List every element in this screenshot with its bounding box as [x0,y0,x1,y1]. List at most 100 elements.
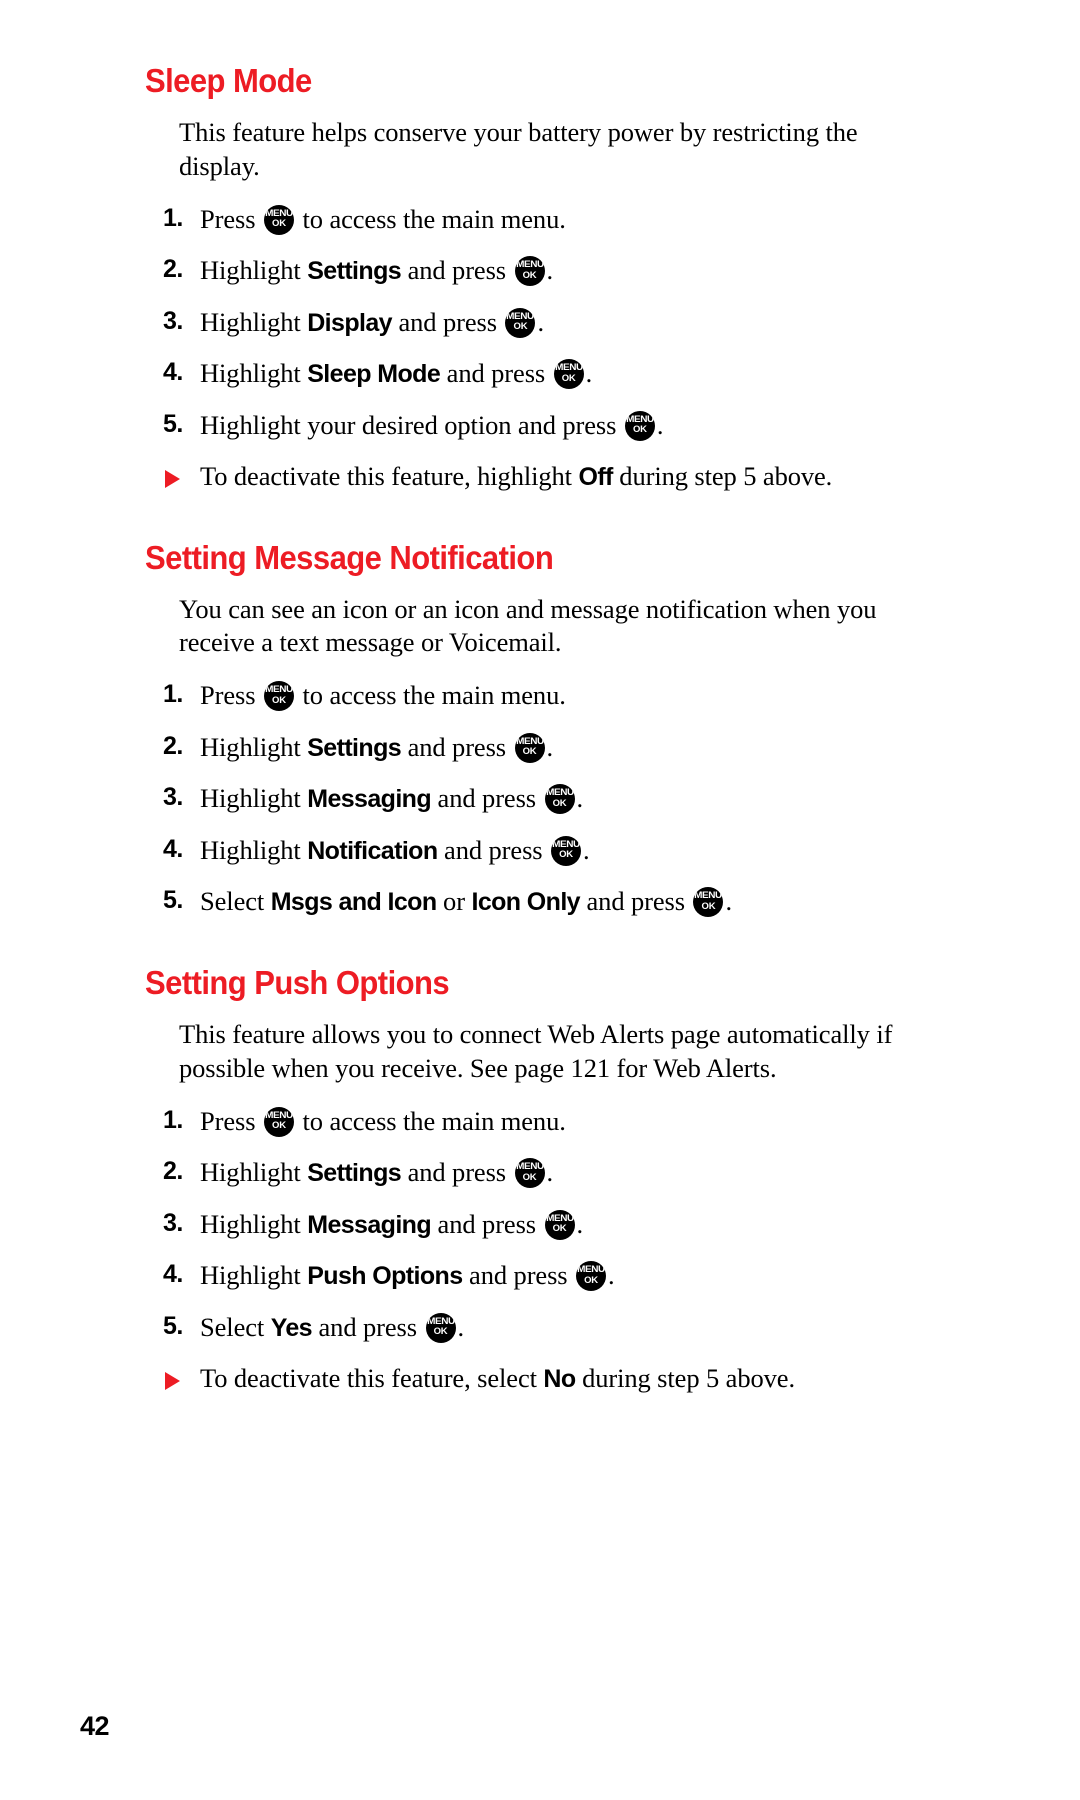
step-text-mid: and press [440,358,552,389]
menu-ok-key-icon: MENU OK [514,256,545,287]
step-number: 1. [163,1105,183,1134]
ui-term: Messaging [307,785,432,814]
step-text-mid: and press [401,731,513,762]
ui-term: Off [578,463,613,492]
step-list: 1. Press MENU OK to access the main menu. … [145,202,990,442]
note-item: To deactivate this feature, select No du… [145,1361,990,1396]
step-number: 1. [163,203,183,232]
step-item: 3. Highlight Messaging and press MENU OK. [145,1207,990,1242]
step-text-mid: and press [437,834,550,865]
step-text-mid: and press [401,1157,513,1187]
section-heading: Setting Message Notification [145,538,554,576]
ui-term: No [543,1365,576,1393]
menu-ok-key-icon: MENU OK [263,204,294,235]
menu-ok-key-icon: MENU OK [505,307,536,338]
ui-term: Settings [307,733,402,762]
step-item: 3. Highlight Messaging and press MENU OK. [145,781,990,816]
step-item: 5. Select Msgs and Icon or Icon Only and … [145,884,990,919]
step-number: 5. [163,409,183,438]
menu-ok-key-icon: MENU OK [263,1106,294,1137]
section-heading: Setting Push Options [145,963,450,1001]
step-text-pre: Press [200,680,262,711]
menu-ok-key-icon: MENU OK [553,359,584,390]
step-text-post: . [585,358,593,389]
menu-ok-key-icon: MENU OK [514,1158,545,1188]
step-item: 1. Press MENU OK to access the main menu. [145,1104,990,1138]
step-text-pre: Highlight [200,358,308,389]
menu-ok-key-icon: MENU OK [576,1261,607,1291]
step-text-post: . [576,1208,584,1239]
step-number: 3. [163,1208,183,1237]
menu-ok-key-icon: MENU OK [514,732,545,763]
step-text-pre: Highlight your desired option and press [200,409,623,440]
ui-term: Messaging [307,1210,432,1239]
step-number: 1. [163,680,183,709]
step-item: 4. Highlight Notification and press MENU O… [145,833,990,868]
step-text-pre: Highlight [200,255,308,286]
section-heading: Sleep Mode [145,62,312,99]
step-number: 2. [163,1157,183,1185]
step-text-mid2: or [436,886,472,917]
step-number: 4. [163,834,183,863]
step-text-post: to access the main menu. [295,1105,566,1136]
step-text-pre: Highlight [200,1260,308,1290]
step-text-post: . [656,409,664,440]
step-text-post: . [546,255,554,286]
ui-term: Display [307,308,392,337]
step-text-pre: Highlight [200,783,308,814]
step-text-post: . [725,886,733,917]
step-text-pre: Highlight [200,731,308,762]
step-text-pre: Highlight [200,306,308,337]
step-text-post: . [546,731,554,762]
step-list: 1. Press MENU OK to access the main menu. … [145,1104,990,1344]
manual-page: Sleep Mode This feature helps conserve y… [0,0,1080,1800]
step-text-mid: and press [401,255,513,286]
step-text-mid: and press [431,1208,543,1239]
step-text-pre: Highlight [200,1157,308,1187]
section-setting-message-notification: Setting Message Notification You can see… [145,539,990,919]
step-item: 2. Highlight Settings and press MENU OK. [145,253,990,288]
step-item: 1. Press MENU OK to access the main menu. [145,678,990,712]
ui-term: Msgs and Icon [270,888,437,917]
step-text-mid: and press [462,1260,575,1290]
note-text-post: during step 5 above. [612,461,833,492]
step-item: 2. Highlight Settings and press MENU OK. [145,1155,990,1190]
note-text-pre: To deactivate this feature, select [200,1363,544,1393]
step-item: 2. Highlight Settings and press MENU OK. [145,730,990,765]
step-item: 5. Select Yes and press MENU OK. [145,1310,990,1345]
step-number: 4. [163,1260,183,1288]
step-number: 5. [163,886,183,915]
menu-ok-key-icon: MENU OK [551,835,582,866]
ui-term: Settings [307,1159,402,1187]
step-item: 3. Highlight Display and press MENU OK. [145,305,990,340]
ui-term-secondary: Icon Only [471,888,580,917]
menu-ok-key-icon: MENU OK [544,784,575,815]
triangle-bullet-icon [165,470,180,489]
step-text-pre: Select [200,886,271,917]
step-text-pre: Press [200,203,262,234]
step-text-post: . [608,1260,615,1290]
section-intro-paragraph: This feature allows you to connect Web A… [179,1018,893,1083]
menu-ok-key-icon: MENU OK [624,410,655,441]
page-number: 42 [80,1711,110,1741]
menu-ok-key-icon: MENU OK [693,887,724,918]
step-number: 4. [163,358,183,387]
step-item: 4. Highlight Push Options and press MENU O… [145,1258,990,1293]
note-item: To deactivate this feature, highlight Of… [145,459,990,494]
menu-ok-key-icon: MENU OK [425,1312,456,1343]
step-text-post: . [537,306,544,337]
section-intro-paragraph: This feature helps conserve your battery… [179,116,858,181]
ui-term: Sleep Mode [307,360,441,389]
step-text-mid: and press [312,1311,424,1342]
triangle-bullet-icon [165,1372,180,1390]
step-text-post: to access the main menu. [295,680,566,711]
section-intro-paragraph: You can see an icon or an icon and messa… [179,593,877,658]
step-text-mid: and press [431,783,543,814]
step-text-pre: Highlight [200,1208,308,1239]
step-text-post: to access the main menu. [295,203,566,234]
section-setting-push-options: Setting Push Options This feature allows… [145,964,990,1396]
note-text-post: during step 5 above. [575,1363,795,1393]
note-text-pre: To deactivate this feature, highlight [200,461,579,492]
step-text-mid: and press [579,886,692,917]
ui-term: Yes [270,1313,313,1342]
